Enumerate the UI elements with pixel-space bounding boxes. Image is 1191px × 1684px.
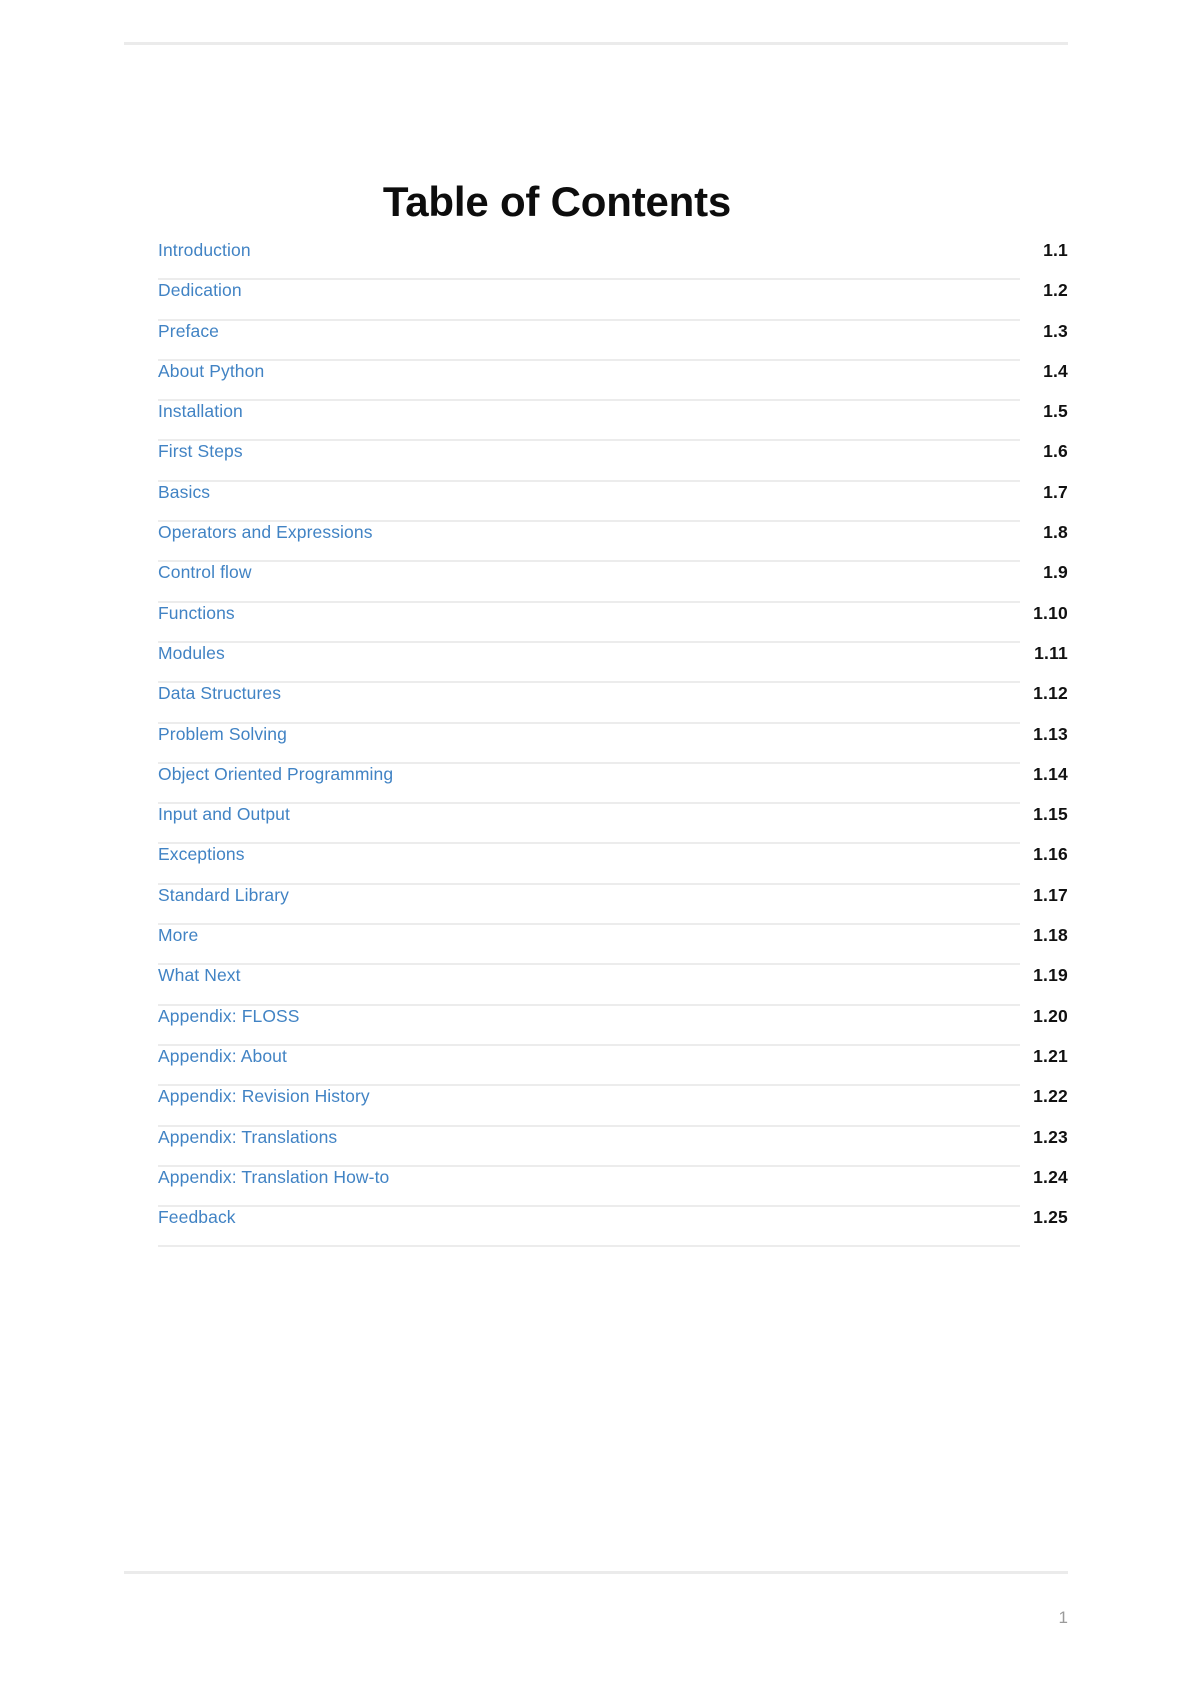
toc-row[interactable]: Standard Library 1.17 xyxy=(158,884,1068,926)
toc-entry-link[interactable]: Operators and Expressions xyxy=(158,522,373,542)
toc-row[interactable]: First Steps 1.6 xyxy=(158,441,1068,483)
toc-row[interactable]: Preface 1.3 xyxy=(158,320,1068,362)
toc-entry-number: 1.3 xyxy=(1043,320,1068,341)
footer-page-number: 1 xyxy=(1058,1608,1068,1627)
toc-entry-link[interactable]: First Steps xyxy=(158,441,243,461)
toc-entry-link[interactable]: Modules xyxy=(158,643,225,663)
toc-entry-link[interactable]: Feedback xyxy=(158,1207,236,1227)
toc-entry-number: 1.7 xyxy=(1043,481,1068,502)
toc-entry-link[interactable]: Basics xyxy=(158,482,210,502)
toc-entry-number: 1.5 xyxy=(1043,401,1068,422)
toc-entry-number: 1.14 xyxy=(1033,763,1068,784)
toc-row[interactable]: Appendix: Translations 1.23 xyxy=(158,1126,1068,1168)
toc-entry-number: 1.25 xyxy=(1033,1207,1068,1228)
toc-entry-link[interactable]: What Next xyxy=(158,965,241,985)
toc-row[interactable]: Appendix: About 1.21 xyxy=(158,1045,1068,1087)
toc-row[interactable]: Control flow 1.9 xyxy=(158,562,1068,603)
toc-entry-number: 1.19 xyxy=(1033,965,1068,986)
toc-row[interactable]: Functions 1.10 xyxy=(158,602,1068,644)
toc-entry-link[interactable]: About Python xyxy=(158,361,264,381)
toc-row[interactable]: More 1.18 xyxy=(158,925,1068,966)
toc-entry-link[interactable]: Appendix: Translation How-to xyxy=(158,1167,389,1187)
toc-entry-number: 1.21 xyxy=(1033,1045,1068,1066)
toc-entry-link[interactable]: Appendix: FLOSS xyxy=(158,1006,300,1026)
toc-row[interactable]: Modules 1.11 xyxy=(158,642,1068,684)
toc-row[interactable]: Appendix: Translation How-to 1.24 xyxy=(158,1166,1068,1208)
toc-entry-link[interactable]: More xyxy=(158,925,198,945)
toc-entry-number: 1.23 xyxy=(1033,1126,1068,1147)
toc-entry-link[interactable]: Control flow xyxy=(158,562,252,582)
toc-entry-link[interactable]: Functions xyxy=(158,603,235,623)
toc-entry-number: 1.12 xyxy=(1033,683,1068,704)
toc-entry-link[interactable]: Appendix: Translations xyxy=(158,1127,337,1147)
toc-entry-number: 1.13 xyxy=(1033,723,1068,744)
toc-row[interactable]: Dedication 1.2 xyxy=(158,280,1068,321)
toc-row[interactable]: Appendix: Revision History 1.22 xyxy=(158,1086,1068,1127)
toc-entry-number: 1.20 xyxy=(1033,1005,1068,1026)
toc-row[interactable]: Problem Solving 1.13 xyxy=(158,723,1068,765)
toc-entry-link[interactable]: Introduction xyxy=(158,240,251,260)
toc-entry-number: 1.4 xyxy=(1043,360,1068,381)
toc-entry-number: 1.2 xyxy=(1043,280,1068,301)
document-page: Table of Contents Introduction 1.1 Dedicat… xyxy=(0,0,1191,1684)
toc-entry-number: 1.22 xyxy=(1033,1086,1068,1107)
toc-row[interactable]: What Next 1.19 xyxy=(158,965,1068,1006)
header-rule xyxy=(124,42,1068,45)
toc-row[interactable]: Introduction 1.1 xyxy=(158,240,1068,281)
toc-entry-link[interactable]: Installation xyxy=(158,401,243,421)
table-of-contents-list: Introduction 1.1 Dedication 1.2 Preface 1.3 Ab… xyxy=(158,240,1068,1248)
toc-row[interactable]: Exceptions 1.16 xyxy=(158,844,1068,886)
toc-row[interactable]: Input and Output 1.15 xyxy=(158,804,1068,845)
toc-entry-link[interactable]: Problem Solving xyxy=(158,724,287,744)
toc-entry-link[interactable]: Data Structures xyxy=(158,683,281,703)
toc-entry-number: 1.15 xyxy=(1033,804,1068,825)
footer-rule xyxy=(124,1571,1068,1574)
toc-entry-link[interactable]: Exceptions xyxy=(158,844,245,864)
toc-entry-link[interactable]: Input and Output xyxy=(158,804,290,824)
toc-entry-link[interactable]: Appendix: Revision History xyxy=(158,1086,370,1106)
toc-entry-link[interactable]: Preface xyxy=(158,321,219,341)
toc-entry-link[interactable]: Object Oriented Programming xyxy=(158,764,393,784)
toc-entry-number: 1.8 xyxy=(1043,522,1068,543)
toc-row[interactable]: Object Oriented Programming 1.14 xyxy=(158,763,1068,805)
toc-entry-link[interactable]: Standard Library xyxy=(158,885,289,905)
toc-entry-number: 1.24 xyxy=(1033,1166,1068,1187)
toc-row[interactable]: Appendix: FLOSS 1.20 xyxy=(158,1005,1068,1047)
toc-row[interactable]: Data Structures 1.12 xyxy=(158,683,1068,724)
toc-row[interactable]: Basics 1.7 xyxy=(158,481,1068,523)
toc-entry-number: 1.11 xyxy=(1034,642,1068,663)
toc-entry-number: 1.18 xyxy=(1033,925,1068,946)
page-title: Table of Contents xyxy=(382,178,732,226)
toc-entry-link[interactable]: Dedication xyxy=(158,280,242,300)
toc-row[interactable]: About Python 1.4 xyxy=(158,360,1068,402)
toc-entry-number: 1.10 xyxy=(1033,602,1068,623)
toc-entry-number: 1.1 xyxy=(1043,240,1068,260)
toc-entry-number: 1.9 xyxy=(1043,562,1068,583)
toc-entry-number: 1.17 xyxy=(1033,884,1068,905)
toc-row[interactable]: Installation 1.5 xyxy=(158,401,1068,442)
toc-entry-number: 1.6 xyxy=(1043,441,1068,462)
toc-entry-link[interactable]: Appendix: About xyxy=(158,1046,287,1066)
toc-row[interactable]: Operators and Expressions 1.8 xyxy=(158,522,1068,563)
toc-row[interactable]: Feedback 1.25 xyxy=(158,1207,1068,1248)
toc-entry-number: 1.16 xyxy=(1033,844,1068,865)
